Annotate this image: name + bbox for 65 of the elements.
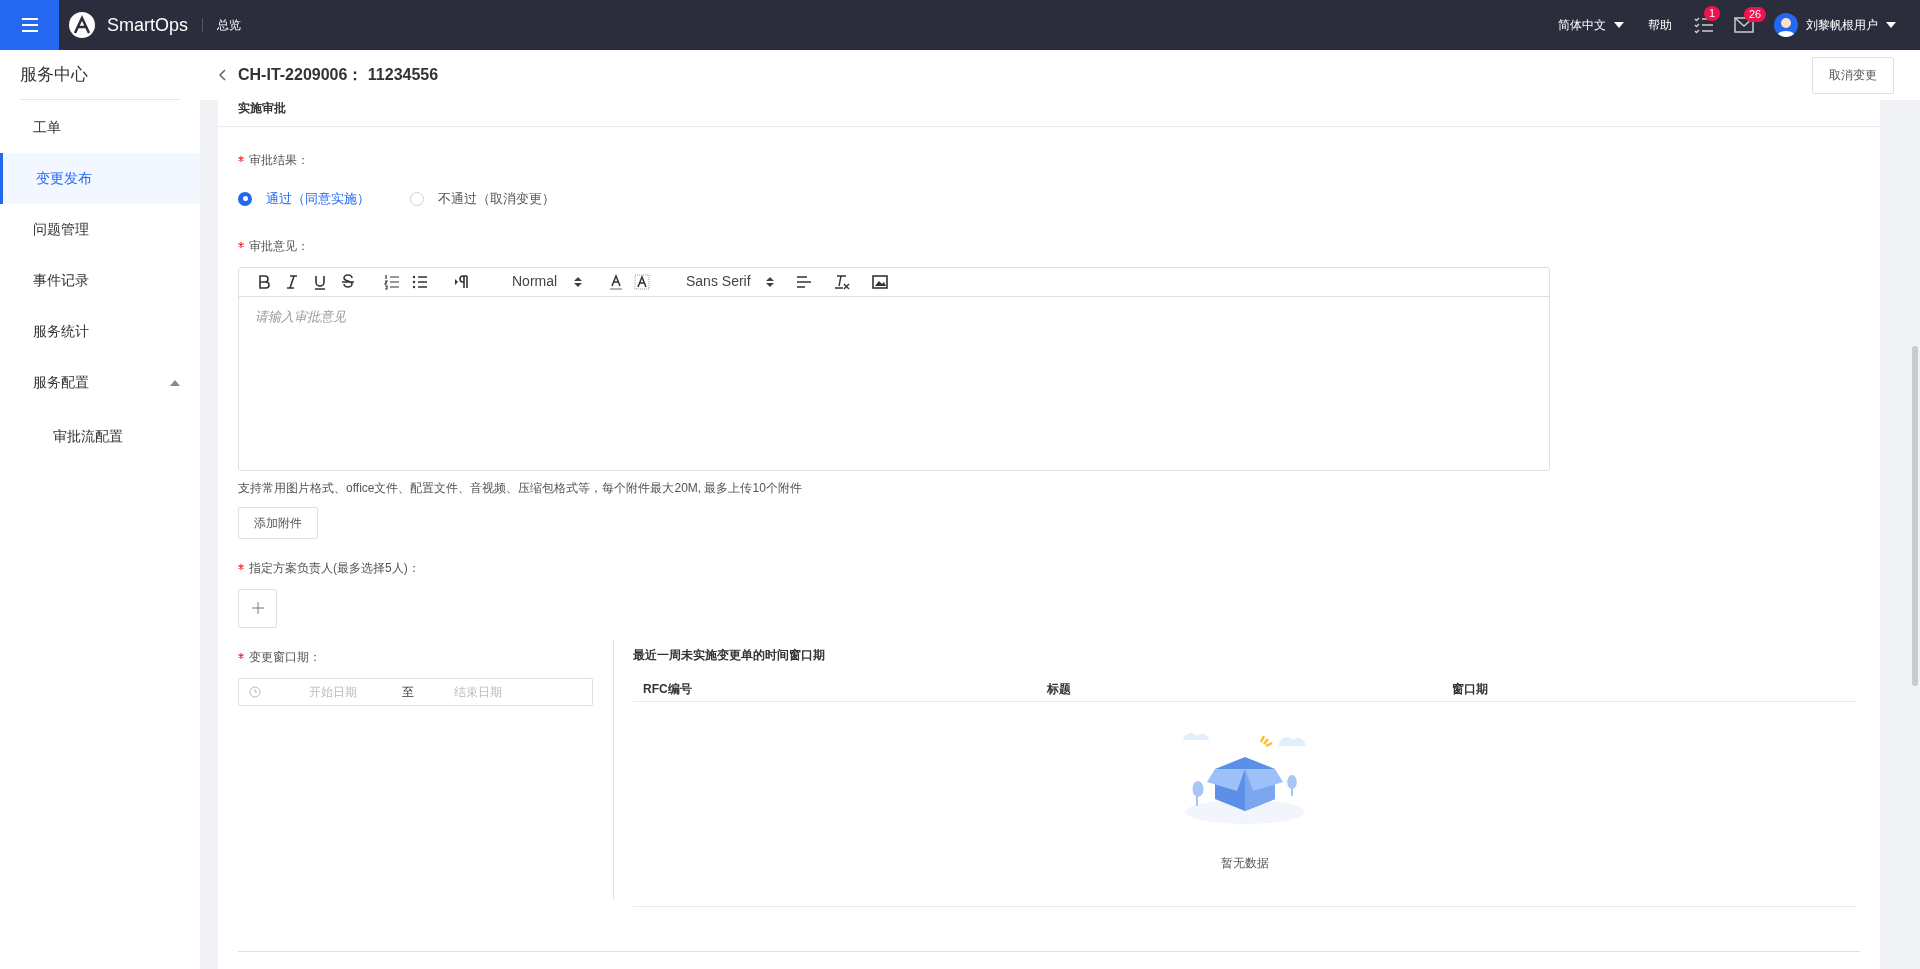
numbered-list-icon[interactable]: [384, 273, 400, 290]
clear-format-icon[interactable]: [834, 273, 850, 290]
caret-icon: [1886, 22, 1896, 28]
plus-icon: [251, 602, 264, 614]
start-date-placeholder: 开始日期: [309, 683, 357, 701]
radio-option[interactable]: 通过（同意实施）: [238, 189, 370, 209]
mail-icon[interactable]: [1734, 17, 1754, 33]
strikethrough-icon[interactable]: [340, 273, 356, 290]
notification-badge: 26: [1744, 7, 1767, 22]
logo-icon: [69, 12, 95, 38]
help-link[interactable]: 帮助: [1648, 16, 1672, 34]
field-label: 指定方案负责人(最多选择5人)：: [238, 558, 1860, 577]
caret-icon: [1614, 22, 1624, 28]
back-icon[interactable]: [218, 69, 226, 81]
column-header: RFC编号: [642, 681, 693, 698]
end-date-placeholder: 结束日期: [454, 683, 502, 701]
radio-option[interactable]: 不通过（取消变更）: [410, 189, 555, 209]
underline-icon[interactable]: [312, 273, 328, 290]
column-header: 标题: [1047, 681, 1073, 698]
scrollbar-thumb[interactable]: [1912, 346, 1918, 686]
sidebar-item[interactable]: 工单: [0, 102, 200, 153]
sidebar-item[interactable]: 事件记录: [0, 255, 200, 306]
italic-icon[interactable]: [284, 273, 300, 290]
menu-button[interactable]: [0, 0, 59, 50]
empty-text: 暂无数据: [1220, 854, 1269, 872]
bold-icon[interactable]: [256, 273, 272, 290]
date-range-picker[interactable]: 开始日期 至 结束日期: [238, 677, 593, 706]
field-label: 审批结果：: [238, 151, 1860, 169]
sidebar-subitem[interactable]: 审批流配置: [0, 408, 200, 464]
add-attachment-button[interactable]: 添加附件: [238, 506, 318, 539]
select-arrows-icon: [574, 275, 582, 288]
attachment-hint: 支持常用图片格式、office文件、配置文件、音视频、压缩包格式等，每个附件最大20M, 最多上传10个附件: [238, 479, 803, 497]
background-color-icon[interactable]: [634, 273, 650, 290]
overview-link[interactable]: 总览: [217, 16, 242, 34]
image-icon[interactable]: [872, 273, 888, 290]
sidebar-item[interactable]: 变更发布: [0, 153, 200, 204]
column-header: 窗口期: [1451, 681, 1489, 698]
brand-name: SmartOps: [107, 13, 189, 37]
align-icon[interactable]: [796, 273, 812, 290]
avatar-icon[interactable]: [1774, 13, 1798, 37]
sidebar-item[interactable]: 问题管理: [0, 204, 200, 255]
sidebar-item[interactable]: 服务配置: [0, 357, 200, 408]
sidebar-item[interactable]: 服务统计: [0, 306, 200, 357]
field-label: 变更窗口期：: [238, 647, 593, 666]
text-color-icon[interactable]: [608, 273, 624, 290]
editor-placeholder: 请输入审批意见: [254, 307, 347, 326]
user-menu[interactable]: 刘黎帆根用户: [1806, 16, 1896, 34]
paragraph-direction-icon[interactable]: [454, 273, 470, 290]
header-select[interactable]: Normal: [494, 271, 582, 292]
bullet-list-icon[interactable]: [412, 273, 428, 290]
clock-icon: [249, 685, 261, 698]
section-title: 实施审批: [218, 100, 1880, 127]
language-dropdown[interactable]: 简体中文: [1558, 16, 1624, 34]
table-title: 最近一周未实施变更单的时间窗口期: [633, 646, 826, 664]
sidebar-title: 服务中心: [20, 50, 180, 100]
cancel-change-button[interactable]: 取消变更: [1812, 56, 1894, 94]
notification-badge: 1: [1704, 6, 1721, 21]
field-label: 审批意见：: [238, 236, 1860, 255]
select-arrows-icon: [766, 275, 774, 288]
font-select[interactable]: Sans Serif: [670, 271, 774, 292]
range-separator: 至: [402, 683, 414, 701]
task-list-icon[interactable]: [1694, 16, 1714, 34]
page-title: CH-IT-2209006： 11234556: [238, 65, 439, 85]
rich-text-editor[interactable]: Normal Sans Serif 请输入审批意见: [238, 266, 1550, 471]
menu-icon: [21, 18, 38, 32]
